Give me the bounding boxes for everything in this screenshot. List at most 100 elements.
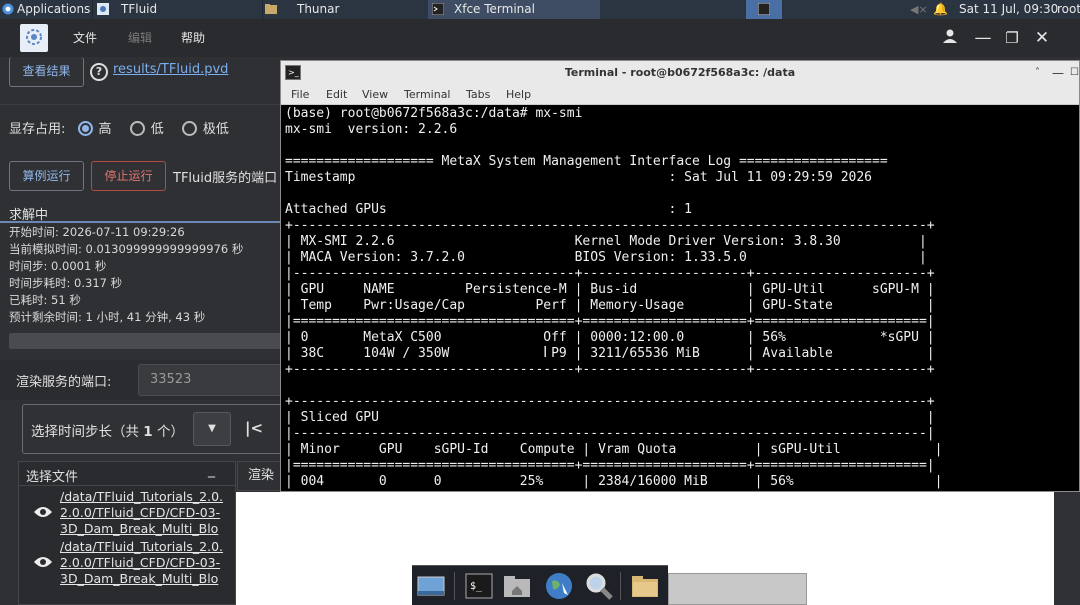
notification-bell-icon[interactable]: 🔔 xyxy=(933,0,948,19)
terminal-line: | Minor GPU sGPU-Id Compute | Vram Quota… xyxy=(285,442,943,457)
minimize-icon[interactable]: — xyxy=(973,28,993,48)
terminal-line: Timestamp : Sat Jul 11 09:29:59 2026 xyxy=(285,170,872,185)
terminal-menu-view[interactable]: View xyxy=(362,85,388,105)
file-path-line: /data/TFluid_Tutorials_2.0. xyxy=(60,489,224,504)
file-path: /data/TFluid_Tutorials_2.0. 2.0.0/TFluid… xyxy=(60,489,223,537)
menu-help[interactable]: 帮助 xyxy=(181,19,205,57)
volume-icon[interactable]: ◀× xyxy=(910,0,928,19)
radio-unselected-icon[interactable] xyxy=(181,121,197,136)
taskbar-item-thunar[interactable]: Thunar xyxy=(262,0,427,19)
timestep-label-prefix: 选择时间步长（共 xyxy=(31,424,139,440)
xfce-logo-icon xyxy=(2,3,14,15)
show-desktop-icon[interactable] xyxy=(416,571,446,601)
memory-option-very-low[interactable]: 极低 xyxy=(181,121,229,137)
app-header: 文件 编辑 帮助 — ❐ ✕ xyxy=(0,19,1080,57)
terminal-launcher-icon[interactable]: $_ xyxy=(464,571,494,601)
window-preview xyxy=(668,573,807,605)
timestep-label-suffix: 个） xyxy=(157,424,184,440)
status-title-bar: 求解中 xyxy=(0,203,285,223)
account-icon[interactable] xyxy=(940,28,960,48)
web-browser-icon[interactable] xyxy=(544,571,574,601)
file-selection-panel: 选择文件 _ /data/TFluid_Tutorials_2.0. 2.0.0… xyxy=(18,461,236,605)
terminal-line: |====================================+==… xyxy=(285,314,935,329)
terminal-output[interactable]: (base) root@b0672f568a3c:/data# mx-smi mx… xyxy=(285,105,1077,491)
terminal-menu-help[interactable]: Help xyxy=(506,85,531,105)
file-panel-header: 选择文件 _ xyxy=(19,462,235,486)
timestep-dropdown-button[interactable]: ▼ xyxy=(193,412,231,446)
terminal-line: | GPU NAME Persistence-M | Bus-id | GPU-… xyxy=(285,282,935,297)
terminal-title: Terminal - root@b0672f568a3c: /data xyxy=(564,66,796,79)
stop-run-button[interactable]: 停止运行 xyxy=(91,161,166,191)
timestep: 时间步: 0.0001 秒 xyxy=(9,259,107,273)
render-port-label: 渲染服务的端口: xyxy=(16,375,112,390)
file-manager-icon[interactable] xyxy=(630,571,660,601)
terminal-line: +---------------------------------------… xyxy=(285,218,935,233)
restore-icon[interactable]: ❐ xyxy=(1002,28,1022,48)
timestep-selector-label: 选择时间步长（共 1 个） xyxy=(31,420,184,440)
memory-option-high[interactable]: 高 xyxy=(77,121,112,137)
memory-option-low[interactable]: 低 xyxy=(129,121,164,137)
collapse-icon[interactable]: _ xyxy=(208,462,215,478)
terminal-titlebar[interactable]: >_ Terminal - root@b0672f568a3c: /data ˄… xyxy=(281,61,1079,85)
results-link[interactable]: results/TFluid.pvd xyxy=(113,62,228,77)
clock[interactable]: Sat 11 Jul, 09:30 xyxy=(959,0,1058,19)
elapsed-time: 已耗时: 51 秒 xyxy=(9,293,81,307)
render-port-input[interactable]: 33523 xyxy=(138,364,285,396)
workspace-switcher[interactable] xyxy=(746,0,782,19)
radio-selected-icon[interactable] xyxy=(77,121,93,136)
taskbar-item-tfluid[interactable]: TFluid xyxy=(92,0,255,19)
dock-separator xyxy=(454,572,455,600)
tfluid-logo-icon xyxy=(20,24,48,52)
divider xyxy=(0,104,285,105)
file-item[interactable]: /data/TFluid_Tutorials_2.0. 2.0.0/TFluid… xyxy=(19,539,235,589)
first-step-icon[interactable]: |< xyxy=(245,419,263,437)
folder-icon xyxy=(265,4,277,14)
terminal-menu-file[interactable]: File xyxy=(291,85,309,105)
maximize-icon[interactable]: ☐ xyxy=(1070,61,1079,85)
progress-bar xyxy=(9,333,285,349)
view-results-button[interactable]: 查看结果 xyxy=(9,57,84,87)
desktop-screen: Applications TFluid Thunar Xfce Terminal… xyxy=(0,0,1080,605)
file-panel-title: 选择文件 xyxy=(26,470,79,485)
close-icon[interactable]: ✕ xyxy=(1032,28,1052,48)
terminal-line: | Temp Pwr:Usage/Cap Perf | Memory-Usage… xyxy=(285,298,935,313)
eye-icon[interactable] xyxy=(33,505,53,519)
home-folder-icon[interactable] xyxy=(502,571,532,601)
terminal-line: mx-smi version: 2.2.6 xyxy=(285,122,458,137)
right-edge xyxy=(1054,492,1080,605)
minimize-icon[interactable]: — xyxy=(1052,61,1064,85)
file-item[interactable]: /data/TFluid_Tutorials_2.0. 2.0.0/TFluid… xyxy=(19,489,235,539)
terminal-line: +---------------------------------------… xyxy=(285,394,935,409)
terminal-line: +------------------------------------+--… xyxy=(285,362,935,377)
dock-separator xyxy=(620,572,621,600)
menu-edit[interactable]: 编辑 xyxy=(128,19,152,57)
radio-unselected-icon[interactable] xyxy=(129,121,145,136)
render-tab[interactable]: 渲染 xyxy=(237,461,285,491)
terminal-workspace-icon xyxy=(758,3,770,15)
terminal-line: | 38C 104W / 350W P9 | 3211/65536 MiB | … xyxy=(285,346,935,361)
help-icon[interactable]: ? xyxy=(90,63,108,81)
run-example-button[interactable]: 算例运行 xyxy=(9,161,84,191)
dock: $_ xyxy=(412,565,668,605)
terminal-line: | Sliced GPU | xyxy=(285,410,935,425)
terminal-line: Attached GPUs : 1 xyxy=(285,202,692,217)
terminal-menu-edit[interactable]: Edit xyxy=(326,85,347,105)
file-path-line: /data/TFluid_Tutorials_2.0. xyxy=(60,539,224,554)
user-menu[interactable]: root xyxy=(1057,0,1080,19)
menu-file[interactable]: 文件 xyxy=(73,19,97,57)
applications-menu[interactable]: Applications xyxy=(2,0,90,19)
file-path-line: 3D_Dam_Break_Multi_Blo xyxy=(60,571,219,586)
tfluid-app-icon xyxy=(97,3,109,15)
eye-icon[interactable] xyxy=(33,555,53,569)
search-icon[interactable] xyxy=(584,571,614,601)
terminal-menu-tabs[interactable]: Tabs xyxy=(466,85,490,105)
memory-option-label: 低 xyxy=(150,122,164,137)
taskbar-item-terminal[interactable]: Xfce Terminal xyxy=(428,0,600,19)
memory-option-label: 极低 xyxy=(202,122,229,137)
terminal-line: | 004 0 0 25% | 2384/16000 MiB | 56% | xyxy=(285,474,943,489)
minimize-icon[interactable]: ˄ xyxy=(1035,61,1040,85)
terminal-menu-terminal[interactable]: Terminal xyxy=(404,85,451,105)
